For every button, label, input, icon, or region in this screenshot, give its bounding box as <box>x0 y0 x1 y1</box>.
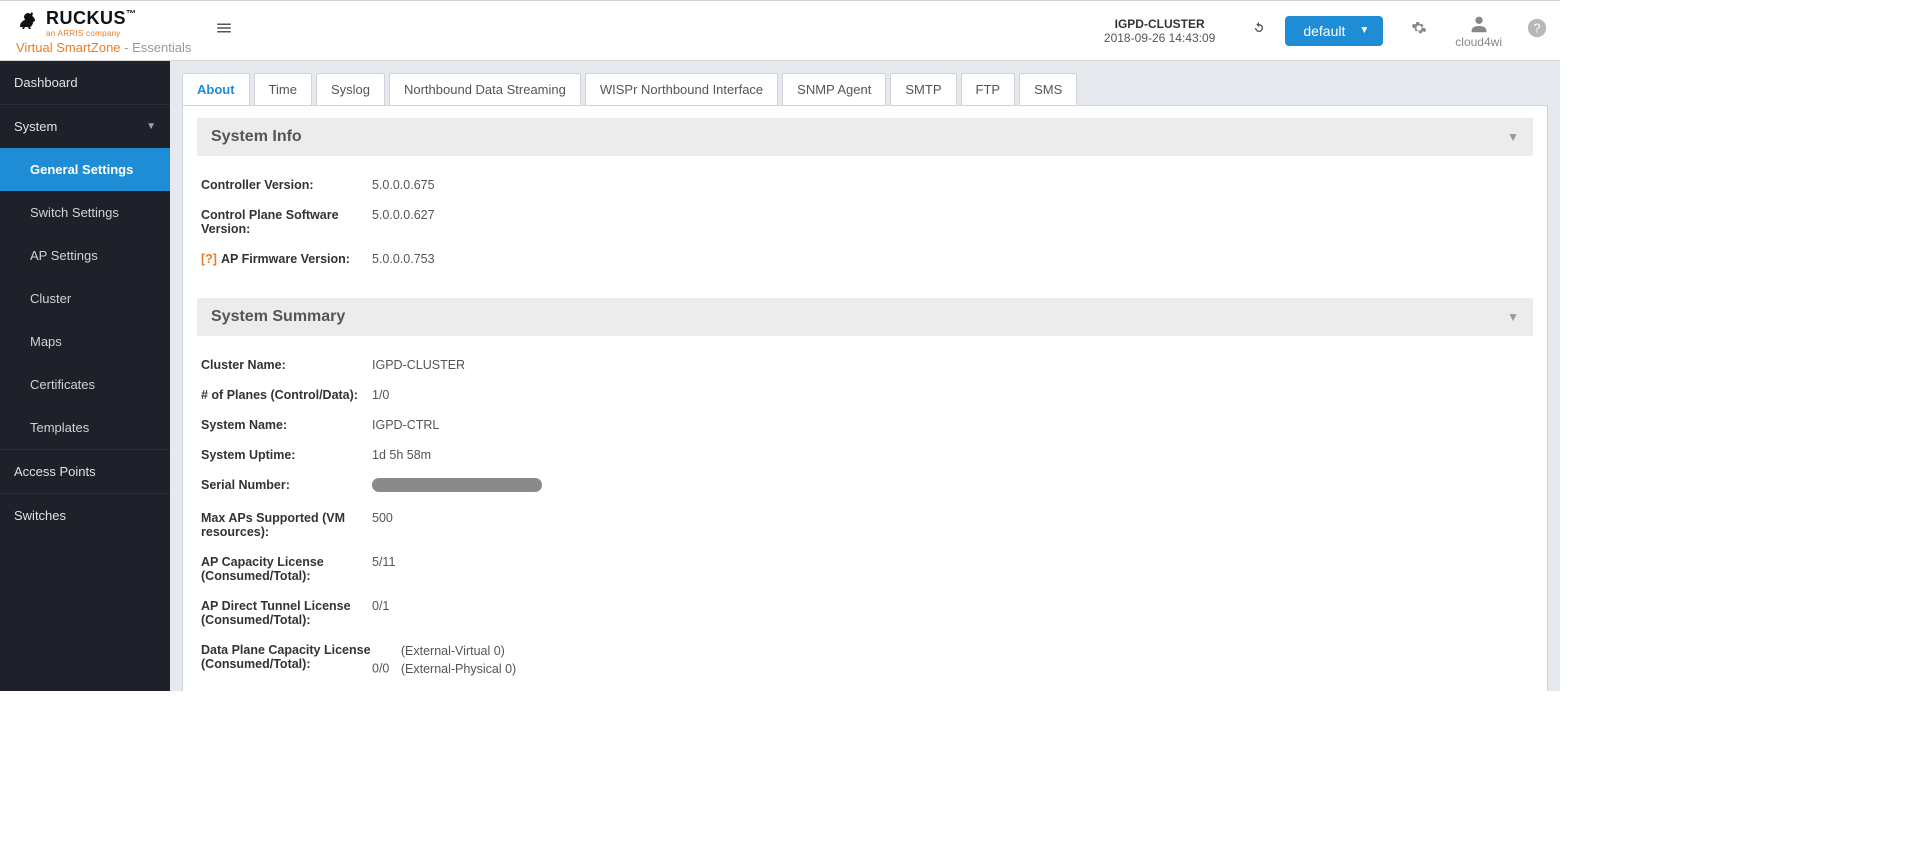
system-name-label: System Name: <box>197 418 372 432</box>
cluster-timestamp: 2018-09-26 14:43:09 <box>1104 31 1215 45</box>
help-marker-icon[interactable]: [?] <box>201 252 217 266</box>
sidebar: Dashboard System ▼ General Settings Swit… <box>0 61 170 691</box>
tabs: About Time Syslog Northbound Data Stream… <box>182 61 1548 105</box>
ruckus-logo-icon <box>16 7 40 31</box>
cluster-info: IGPD-CLUSTER 2018-09-26 14:43:09 <box>1104 17 1215 45</box>
max-aps-label: Max APs Supported (VM resources): <box>197 511 372 539</box>
planes-label: # of Planes (Control/Data): <box>197 388 372 402</box>
tab-time[interactable]: Time <box>254 73 312 105</box>
redacted-serial <box>372 478 542 492</box>
gear-icon[interactable] <box>1411 20 1427 41</box>
breadcrumb-product[interactable]: Virtual SmartZone <box>16 40 121 55</box>
tab-snmp[interactable]: SNMP Agent <box>782 73 886 105</box>
chevron-down-icon: ▼ <box>1507 310 1519 324</box>
sidebar-item-maps[interactable]: Maps <box>0 320 170 363</box>
domain-select-button[interactable]: default ▼ <box>1285 16 1383 46</box>
svg-text:?: ? <box>1533 21 1540 36</box>
sidebar-item-dashboard[interactable]: Dashboard <box>0 61 170 104</box>
system-name-value: IGPD-CTRL <box>372 418 439 432</box>
max-aps-value: 500 <box>372 511 393 539</box>
dp-value: 0/0 (External-Virtual 0) (External-Physi… <box>372 643 516 678</box>
dp-label: Data Plane Capacity License (Consumed/To… <box>197 643 372 678</box>
sidebar-item-switches[interactable]: Switches <box>0 493 170 537</box>
uptime-label: System Uptime: <box>197 448 372 462</box>
ap-fw-value: 5.0.0.0.753 <box>372 252 435 266</box>
help-icon[interactable]: ? <box>1526 17 1548 44</box>
tab-wispr[interactable]: WISPr Northbound Interface <box>585 73 778 105</box>
sidebar-item-templates[interactable]: Templates <box>0 406 170 449</box>
topbar: RUCKUS™ an ARRIS company Virtual SmartZo… <box>0 1 1560 61</box>
hamburger-icon[interactable] <box>215 19 233 42</box>
user-icon <box>1468 13 1490 35</box>
section-title: System Info <box>211 128 302 146</box>
brand-name: RUCKUS™ <box>46 8 137 29</box>
breadcrumb: Virtual SmartZone - Essentials <box>16 40 191 55</box>
cluster-name: IGPD-CLUSTER <box>1104 17 1215 31</box>
tab-northbound[interactable]: Northbound Data Streaming <box>389 73 581 105</box>
tab-ftp[interactable]: FTP <box>961 73 1016 105</box>
planes-value: 1/0 <box>372 388 389 402</box>
section-title: System Summary <box>211 308 345 326</box>
sidebar-item-ap-settings[interactable]: AP Settings <box>0 234 170 277</box>
uptime-value: 1d 5h 58m <box>372 448 431 462</box>
dp-ext-physical: (External-Physical 0) <box>401 661 516 679</box>
ap-fw-label: [?]AP Firmware Version: <box>197 252 372 266</box>
sidebar-item-general-settings[interactable]: General Settings <box>0 148 170 191</box>
cluster-name-label: Cluster Name: <box>197 358 372 372</box>
ap-tunnel-label: AP Direct Tunnel License (Consumed/Total… <box>197 599 372 627</box>
chevron-down-icon: ▼ <box>1507 130 1519 144</box>
breadcrumb-edition: Essentials <box>132 40 191 55</box>
tab-sms[interactable]: SMS <box>1019 73 1077 105</box>
ap-cap-value: 5/11 <box>372 555 395 583</box>
controller-version-label: Controller Version: <box>197 178 372 192</box>
serial-value <box>372 478 542 495</box>
user-name: cloud4wi <box>1455 35 1502 49</box>
cp-version-label: Control Plane Software Version: <box>197 208 372 236</box>
tab-smtp[interactable]: SMTP <box>890 73 956 105</box>
sidebar-item-system[interactable]: System ▼ <box>0 104 170 148</box>
content-area: About Time Syslog Northbound Data Stream… <box>170 61 1560 691</box>
about-panel: System Info ▼ Controller Version: 5.0.0.… <box>182 105 1548 691</box>
dp-ext-virtual: (External-Virtual 0) <box>401 643 516 661</box>
sidebar-item-certificates[interactable]: Certificates <box>0 363 170 406</box>
controller-version-value: 5.0.0.0.675 <box>372 178 435 192</box>
system-summary-header[interactable]: System Summary ▼ <box>197 298 1533 336</box>
brand-tagline: an ARRIS company <box>46 29 191 38</box>
cp-version-value: 5.0.0.0.627 <box>372 208 435 236</box>
chevron-down-icon: ▼ <box>146 121 156 132</box>
sidebar-item-label: System <box>14 119 57 134</box>
sidebar-item-cluster[interactable]: Cluster <box>0 277 170 320</box>
serial-label: Serial Number: <box>197 478 372 495</box>
chevron-down-icon: ▼ <box>1359 25 1369 36</box>
tab-about[interactable]: About <box>182 73 250 105</box>
domain-select-label: default <box>1303 23 1345 39</box>
ap-cap-label: AP Capacity License (Consumed/Total): <box>197 555 372 583</box>
sidebar-item-access-points[interactable]: Access Points <box>0 449 170 493</box>
user-menu[interactable]: cloud4wi <box>1455 13 1502 49</box>
refresh-icon[interactable] <box>1251 20 1267 41</box>
sidebar-item-switch-settings[interactable]: Switch Settings <box>0 191 170 234</box>
cluster-name-value: IGPD-CLUSTER <box>372 358 465 372</box>
tab-syslog[interactable]: Syslog <box>316 73 385 105</box>
system-info-header[interactable]: System Info ▼ <box>197 118 1533 156</box>
ap-tunnel-value: 0/1 <box>372 599 389 627</box>
brand-block: RUCKUS™ an ARRIS company Virtual SmartZo… <box>16 7 191 55</box>
